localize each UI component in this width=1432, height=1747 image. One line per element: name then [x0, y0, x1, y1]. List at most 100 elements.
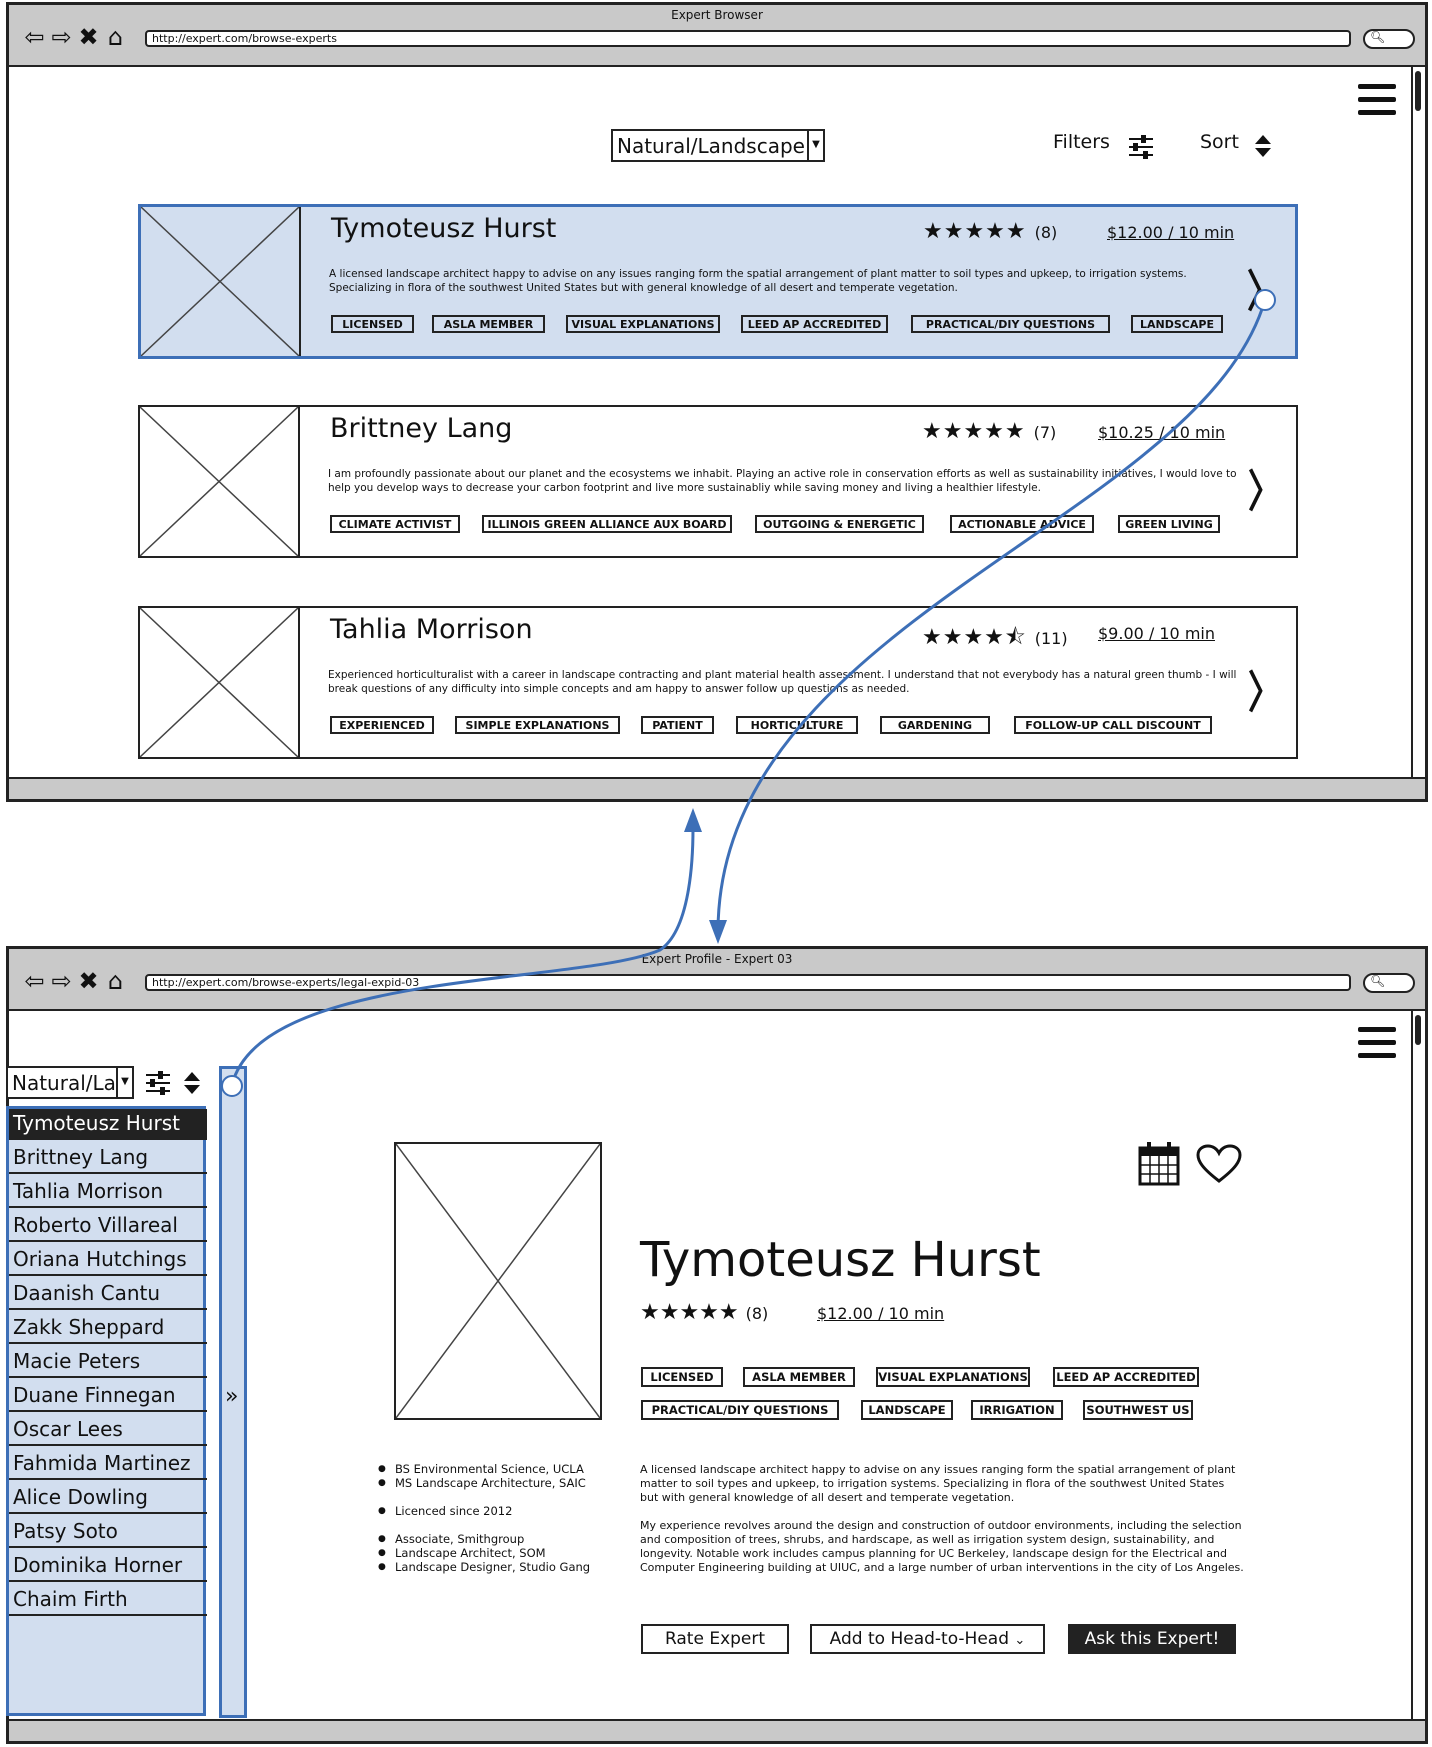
chevron-right-icon[interactable]: 〉 [1248, 456, 1282, 520]
tag: PATIENT [641, 716, 714, 734]
tag: PRACTICAL/DIY QUESTIONS [911, 315, 1110, 333]
sidebar-item[interactable]: Tahlia Morrison [9, 1177, 207, 1208]
filters-label: Filters [1053, 131, 1110, 153]
ask-this-expert-button[interactable]: Ask this Expert! [1068, 1624, 1236, 1654]
search-field[interactable]: 🔍︎ [1363, 29, 1415, 49]
vertical-scrollbar[interactable] [1411, 67, 1423, 779]
chevron-down-icon[interactable]: ▼ [807, 131, 823, 160]
rate-expert-button[interactable]: Rate Expert [641, 1624, 789, 1654]
sort-arrows-icon [1255, 135, 1271, 157]
window-title: Expert Profile - Expert 03 [641, 952, 793, 966]
tag: GARDENING [880, 716, 990, 734]
close-icon[interactable]: ✖ [77, 967, 104, 995]
sort-button[interactable]: Sort [1200, 131, 1280, 163]
sidebar-item[interactable]: Roberto Villareal [9, 1211, 207, 1242]
expert-name[interactable]: Brittney Lang [330, 413, 512, 444]
title-bar: Expert Browser ⇦ ⇨ ✖ ⌂ http://expert.com/br… [9, 5, 1425, 67]
price: $9.00 / 10 min [1098, 624, 1215, 643]
sidebar-item[interactable]: Oriana Hutchings [9, 1245, 207, 1276]
filters-button[interactable]: Filters [1053, 131, 1158, 163]
expert-photo-placeholder [140, 608, 300, 757]
expert-card[interactable]: Tahlia Morrison ★★★★⯪ (11) $9.00 / 10 mi… [138, 606, 1298, 759]
home-icon[interactable]: ⌂ [104, 967, 131, 995]
filter-sliders-icon [1129, 135, 1153, 159]
heart-icon[interactable] [1196, 1144, 1242, 1184]
scrollbar-thumb[interactable] [1415, 71, 1421, 111]
tag: VISUAL EXPLANATIONS [566, 315, 720, 333]
url-bar[interactable]: http://expert.com/browse-experts [145, 30, 1351, 47]
tag: LEED AP ACCREDITED [1053, 1367, 1199, 1387]
sidebar-item[interactable]: Macie Peters [9, 1347, 207, 1378]
sidebar-item[interactable]: Dominika Horner [9, 1551, 207, 1582]
search-icon: 🔍︎ [1370, 974, 1386, 988]
sidebar-item[interactable]: Zakk Sheppard [9, 1313, 207, 1344]
double-chevron-right-icon: » [225, 1384, 239, 1409]
tag: IRRIGATION [971, 1400, 1063, 1420]
price: $12.00 / 10 min [817, 1304, 945, 1323]
tag: HORTICULTURE [736, 716, 858, 734]
back-arrow-icon[interactable]: ⇦ [23, 23, 50, 51]
chevron-right-icon[interactable]: 〉 [1247, 256, 1281, 320]
vertical-scrollbar[interactable] [1411, 1011, 1423, 1721]
back-arrow-icon[interactable]: ⇦ [23, 967, 50, 995]
expert-photo-placeholder [140, 407, 300, 556]
category-select[interactable]: Natural/Lar ▼ [6, 1066, 134, 1099]
sidebar-item[interactable]: Fahmida Martinez [9, 1449, 207, 1480]
hamburger-menu-icon[interactable] [1358, 84, 1396, 123]
credential-item: MS Landscape Architecture, SAIC [378, 1476, 586, 1490]
chevron-down-icon[interactable]: ▼ [116, 1068, 132, 1097]
window-title: Expert Browser [671, 8, 763, 22]
sidebar-item[interactable]: Oscar Lees [9, 1415, 207, 1446]
review-count: (8) [745, 1304, 769, 1323]
expert-description: I am profoundly passionate about our pla… [328, 468, 1237, 494]
search-icon: 🔍︎ [1370, 30, 1386, 44]
review-count: (8) [1034, 223, 1058, 242]
forward-arrow-icon[interactable]: ⇨ [50, 23, 77, 51]
hamburger-menu-icon[interactable] [1358, 1027, 1396, 1066]
sidebar-item[interactable]: Brittney Lang [9, 1143, 207, 1174]
chevron-right-icon[interactable]: 〉 [1248, 657, 1282, 721]
search-field[interactable]: 🔍︎ [1363, 973, 1415, 993]
expert-description: Experienced horticulturalist with a care… [328, 669, 1237, 695]
credential-item: Associate, Smithgroup [378, 1532, 524, 1546]
filter-sliders-icon[interactable] [144, 1070, 172, 1096]
sidebar-collapse-handle[interactable]: » [219, 1066, 247, 1718]
tag: ILLINOIS GREEN ALLIANCE AUX BOARD [482, 515, 732, 533]
calendar-icon[interactable] [1138, 1142, 1180, 1186]
bio-paragraph: A licensed landscape architect happy to … [640, 1463, 1236, 1504]
expert-card[interactable]: Tymoteusz Hurst ★★★★★ (8) $12.00 / 10 mi… [138, 204, 1298, 359]
expert-description: A licensed landscape architect happy to … [329, 268, 1187, 294]
expert-name[interactable]: Tymoteusz Hurst [331, 213, 556, 244]
sidebar-item[interactable]: Duane Finnegan [9, 1381, 207, 1412]
sidebar-item[interactable]: Tymoteusz Hurst [9, 1109, 207, 1140]
price: $12.00 / 10 min [1107, 223, 1235, 242]
sidebar-item[interactable]: Chaim Firth [9, 1585, 207, 1616]
price: $10.25 / 10 min [1098, 423, 1226, 442]
sidebar-item[interactable]: Patsy Soto [9, 1517, 207, 1548]
tag: LICENSED [331, 315, 414, 333]
sort-arrows-icon[interactable] [183, 1070, 201, 1096]
home-icon[interactable]: ⌂ [104, 23, 131, 51]
url-bar[interactable]: http://expert.com/browse-experts/legal-e… [145, 974, 1351, 991]
tag: LEED AP ACCREDITED [741, 315, 888, 333]
sidebar-item[interactable]: Daanish Cantu [9, 1279, 207, 1310]
close-icon[interactable]: ✖ [77, 23, 104, 51]
category-select-value: Natural/Landscape [617, 134, 805, 158]
category-select[interactable]: Natural/Landscape ▼ [611, 129, 825, 162]
expert-name[interactable]: Tahlia Morrison [330, 614, 533, 645]
scrollbar-thumb[interactable] [1415, 1015, 1421, 1045]
profile-photo-placeholder [394, 1142, 602, 1420]
sidebar-item[interactable]: Alice Dowling [9, 1483, 207, 1514]
expert-card[interactable]: Brittney Lang ★★★★★ (7) $10.25 / 10 min … [138, 405, 1298, 558]
star-rating: ★★★★★ (7) [922, 419, 1057, 444]
bio-paragraph: My experience revolves around the design… [640, 1519, 1244, 1574]
add-to-head-to-head-button[interactable]: Add to Head-to-Head ⌄ [810, 1624, 1045, 1654]
tag: ASLA MEMBER [432, 315, 545, 333]
forward-arrow-icon[interactable]: ⇨ [50, 967, 77, 995]
status-bar [9, 1719, 1425, 1741]
tag: ASLA MEMBER [743, 1367, 855, 1387]
tag: PRACTICAL/DIY QUESTIONS [641, 1400, 839, 1420]
status-bar [9, 777, 1425, 799]
sort-label: Sort [1200, 131, 1239, 153]
credential-item: Landscape Designer, Studio Gang [378, 1560, 590, 1574]
